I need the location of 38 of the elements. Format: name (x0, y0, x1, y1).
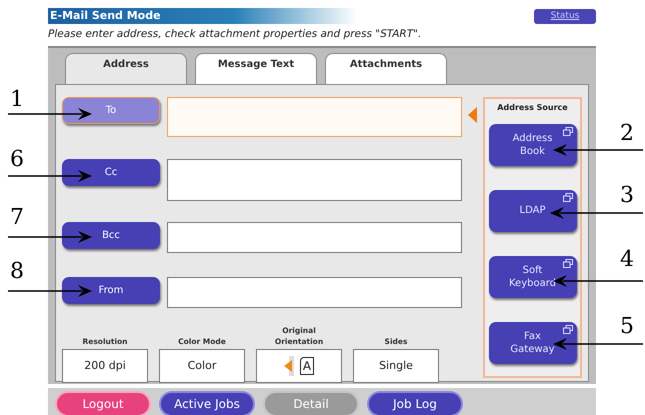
panel-title: Address Source (497, 102, 568, 114)
address-field[interactable] (167, 222, 462, 253)
footer-button[interactable]: Active Jobs (159, 390, 255, 415)
window-title: E-Mail Send Mode (48, 8, 358, 24)
status-button[interactable]: Status (534, 8, 596, 24)
recipient-button[interactable]: From (62, 276, 160, 304)
callout-number: 1 (10, 88, 24, 112)
instruction-text: Please enter address, check attachment properties and press "START". (48, 27, 422, 42)
source-button[interactable]: Address Book (488, 124, 576, 166)
window-icon (562, 192, 572, 202)
address-field[interactable] (167, 96, 462, 137)
footer-button[interactable]: Job Log (367, 390, 463, 415)
setting-field[interactable]: Single (353, 348, 439, 383)
window-icon (562, 258, 572, 268)
source-button[interactable]: LDAP (488, 190, 576, 232)
callout-number: 5 (620, 315, 634, 339)
footer-button[interactable]: Logout (55, 390, 151, 415)
window-icon (562, 324, 572, 334)
pointer-icon (468, 106, 477, 123)
address-field[interactable] (167, 158, 462, 201)
callout-number: 2 (620, 122, 634, 146)
recipient-button[interactable]: Bcc (62, 222, 160, 249)
setting-field[interactable]: 200 dpi (62, 348, 148, 383)
callout-number: 7 (10, 206, 24, 230)
setting-field[interactable]: A (256, 348, 342, 383)
source-button[interactable]: Soft Keyboard (488, 256, 576, 298)
callout-number: 3 (620, 184, 634, 208)
tab[interactable]: Attachments (325, 52, 447, 84)
tab[interactable]: Address (65, 52, 187, 84)
address-field[interactable] (167, 276, 462, 308)
window-icon (562, 126, 572, 136)
callout-number: 8 (10, 260, 24, 284)
callout-number: 6 (10, 148, 24, 172)
recipient-button[interactable]: Cc (62, 158, 160, 186)
source-button[interactable]: Fax Gateway (488, 322, 576, 364)
setting-field[interactable]: Color (159, 348, 245, 383)
tab[interactable]: Message Text (195, 52, 317, 84)
callout-number: 4 (620, 248, 634, 272)
